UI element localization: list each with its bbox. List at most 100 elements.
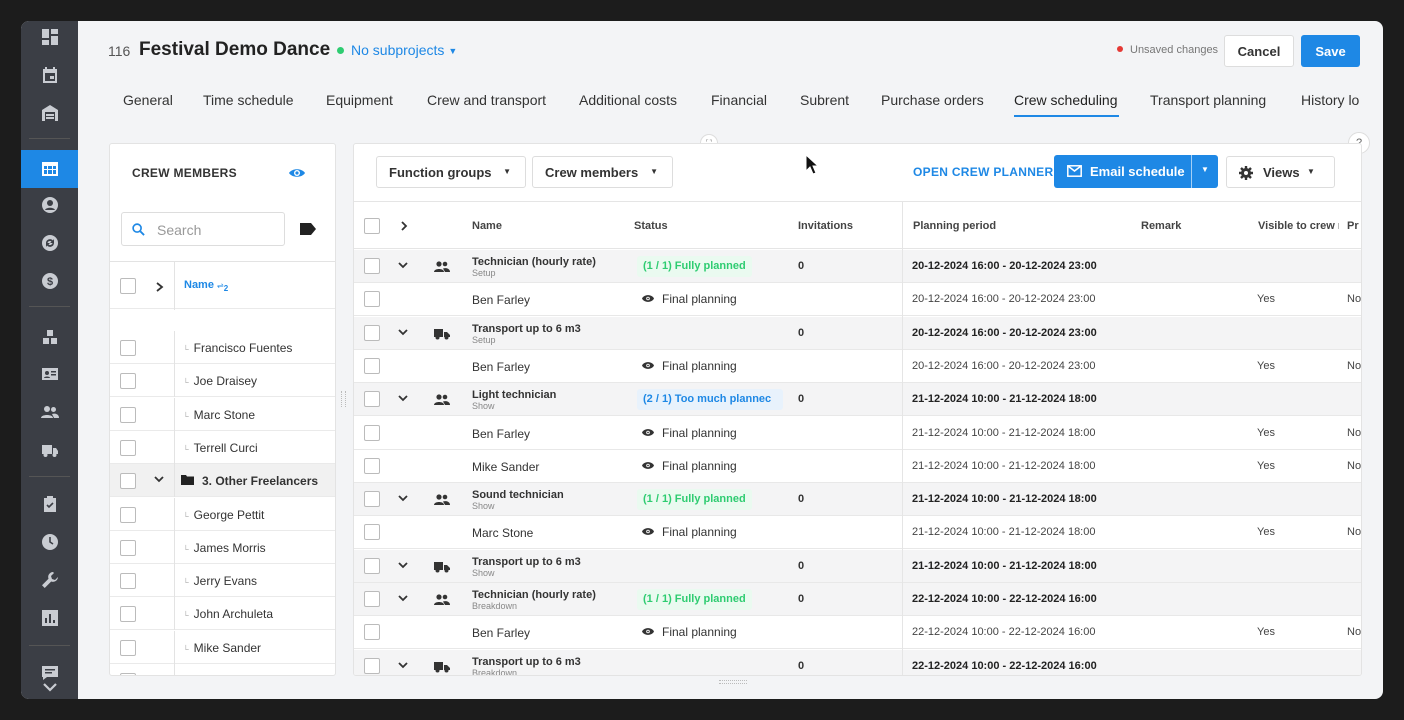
crew-group-row[interactable]: 3. Other Freelancers <box>110 464 335 498</box>
crew-member-row[interactable]: Tom Tress <box>110 664 335 675</box>
row-checkbox[interactable] <box>120 639 136 656</box>
cancel-button[interactable]: Cancel <box>1224 35 1294 67</box>
tab-financial[interactable]: Financial <box>711 92 767 108</box>
row-checkbox[interactable] <box>364 324 380 341</box>
row-checkbox[interactable] <box>120 539 136 556</box>
function-group-row[interactable]: Transport up to 6 m3 Breakdown 0 22-12-2024… <box>354 649 1361 675</box>
col-pr[interactable]: Pr <box>1347 220 1359 232</box>
crew-member-row[interactable]: John Archuleta <box>110 597 335 631</box>
save-button[interactable]: Save <box>1301 35 1360 67</box>
views-dropdown[interactable]: Views ▼ <box>1226 156 1335 188</box>
tab-additional-costs[interactable]: Additional costs <box>579 92 677 108</box>
crew-member-row[interactable]: Francisco Fuentes <box>110 331 335 364</box>
select-all-rows-checkbox[interactable] <box>364 218 380 234</box>
row-checkbox[interactable] <box>120 506 136 523</box>
tab-time-schedule[interactable]: Time schedule <box>203 92 294 108</box>
col-invitations[interactable]: Invitations <box>798 220 853 232</box>
contact-icon[interactable] <box>21 186 78 224</box>
row-checkbox[interactable] <box>364 291 380 308</box>
function-group-row[interactable]: Transport up to 6 m3 Show 0 21-12-2024 10:0… <box>354 549 1361 583</box>
clipboard-icon[interactable] <box>21 485 78 523</box>
col-visible-to-crew[interactable]: Visible to crew m <box>1258 220 1339 232</box>
inventory-icon[interactable] <box>21 318 78 356</box>
tab-purchase-orders[interactable]: Purchase orders <box>881 92 984 108</box>
col-name[interactable]: Name <box>472 220 502 232</box>
row-checkbox[interactable] <box>120 340 136 356</box>
row-checkbox[interactable] <box>364 557 380 574</box>
col-status[interactable]: Status <box>634 220 668 232</box>
truck-icon[interactable] <box>21 431 78 469</box>
select-all-checkbox[interactable] <box>120 278 136 294</box>
function-group-row[interactable]: Technician (hourly rate) Breakdown (1 / 1)… <box>354 583 1361 616</box>
function-group-row[interactable]: Technician (hourly rate) Setup (1 / 1) Ful… <box>354 250 1361 283</box>
row-checkbox[interactable] <box>120 473 136 490</box>
row-checkbox[interactable] <box>120 573 136 590</box>
clock-icon[interactable] <box>21 523 78 561</box>
open-crew-planner-link[interactable]: OPEN CREW PLANNER <box>913 165 1053 179</box>
eye-icon[interactable] <box>288 164 306 182</box>
row-checkbox[interactable] <box>364 624 380 641</box>
report-icon[interactable] <box>21 599 78 637</box>
subprojects-dropdown[interactable]: No subprojects ▼ <box>351 42 457 58</box>
tab-crew-and-transport[interactable]: Crew and transport <box>427 92 546 108</box>
table-row[interactable]: Mike Sander Final planning Yes No 21-12-2024… <box>354 450 1361 483</box>
panel-resize-handle[interactable] <box>341 391 346 407</box>
chevron-down-icon[interactable] <box>154 476 164 484</box>
warehouse-icon[interactable] <box>21 94 78 132</box>
table-row[interactable]: Ben Farley Final planning Yes No 21-12-2024 … <box>354 417 1361 450</box>
calendar-icon[interactable] <box>21 56 78 94</box>
row-checkbox[interactable] <box>364 357 380 374</box>
row-checkbox[interactable] <box>364 391 380 408</box>
email-schedule-button[interactable]: Email schedule ▼ <box>1054 155 1218 188</box>
chevron-down-icon[interactable] <box>398 395 408 403</box>
function-group-row[interactable]: Transport up to 6 m3 Setup 0 20-12-2024 16:… <box>354 316 1361 350</box>
crew-member-row[interactable]: Terrell Curci <box>110 430 335 464</box>
refresh-icon[interactable] <box>21 224 78 262</box>
table-row[interactable]: Ben Farley Final planning Yes No 20-12-2024 … <box>354 350 1361 383</box>
crew-card-icon[interactable] <box>21 355 78 393</box>
name-column-header[interactable]: Name ⇌2 <box>184 279 228 293</box>
table-row[interactable]: Ben Farley Final planning Yes No 22-12-2024 … <box>354 616 1361 650</box>
wrench-icon[interactable] <box>21 561 78 599</box>
people-icon[interactable] <box>21 393 78 431</box>
function-groups-dropdown[interactable]: Function groups ▼ <box>376 156 526 188</box>
crew-members-dropdown[interactable]: Crew members ▼ <box>532 156 673 188</box>
bottom-resize-handle[interactable] <box>719 680 747 684</box>
row-checkbox[interactable] <box>120 673 136 675</box>
tab-crew-scheduling[interactable]: Crew scheduling <box>1014 92 1118 108</box>
crew-member-row[interactable]: Jerry Evans <box>110 564 335 598</box>
tag-icon[interactable] <box>300 222 316 236</box>
tab-transport-planning[interactable]: Transport planning <box>1150 92 1266 108</box>
chevron-down-icon[interactable] <box>398 495 408 503</box>
row-checkbox[interactable] <box>364 524 380 541</box>
col-remark[interactable]: Remark <box>1141 220 1181 232</box>
table-row[interactable]: Marc Stone Final planning Yes No 21-12-2024 … <box>354 516 1361 550</box>
tab-general[interactable]: General <box>123 92 173 108</box>
tab-equipment[interactable]: Equipment <box>326 92 393 108</box>
chevron-right-icon[interactable] <box>156 282 164 292</box>
row-checkbox[interactable] <box>364 491 380 508</box>
row-checkbox[interactable] <box>120 406 136 423</box>
dollar-icon[interactable]: $ <box>21 262 78 300</box>
crew-member-row[interactable]: George Pettit <box>110 497 335 531</box>
crew-member-row[interactable]: Mike Sander <box>110 630 335 664</box>
projects-table-icon[interactable] <box>21 150 78 188</box>
dashboard-icon[interactable] <box>21 21 78 56</box>
chevron-down-icon[interactable] <box>398 262 408 270</box>
row-checkbox[interactable] <box>120 373 136 390</box>
row-checkbox[interactable] <box>120 606 136 623</box>
table-row[interactable]: Ben Farley Final planning Yes No 20-12-2024 … <box>354 283 1361 317</box>
function-group-row[interactable]: Light technician Show (2 / 1) Too much pla… <box>354 383 1361 417</box>
crew-member-row[interactable]: Marc Stone <box>110 397 335 431</box>
chevron-down-icon[interactable] <box>398 661 408 670</box>
chevron-down-icon[interactable] <box>398 562 408 570</box>
tab-history-lo[interactable]: History lo <box>1301 92 1359 108</box>
row-checkbox[interactable] <box>120 439 136 456</box>
row-checkbox[interactable] <box>364 591 380 607</box>
search-input[interactable]: Search <box>121 212 285 246</box>
email-options-caret-icon[interactable]: ▼ <box>1201 165 1209 174</box>
crew-member-row[interactable]: Joe Draisey <box>110 364 335 398</box>
col-planning-period[interactable]: Planning period <box>913 220 996 232</box>
chevron-right-icon[interactable] <box>401 221 408 231</box>
chevron-down-icon[interactable] <box>21 672 78 699</box>
